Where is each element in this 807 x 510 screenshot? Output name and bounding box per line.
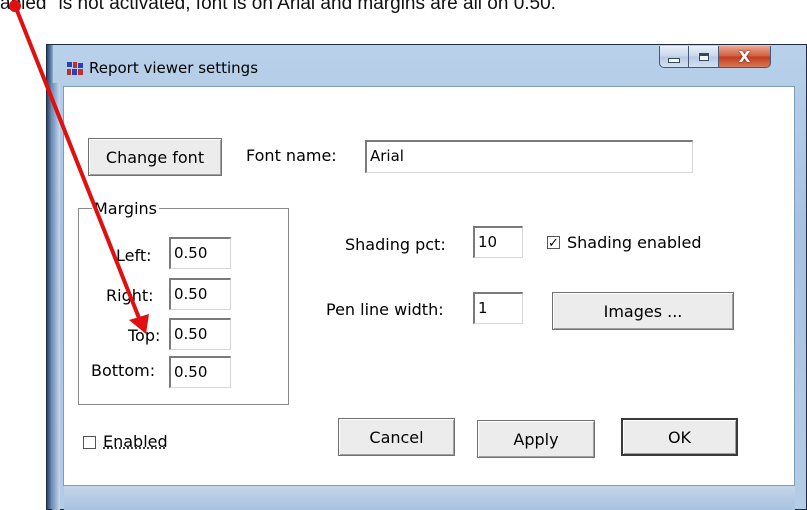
- ok-button[interactable]: OK: [621, 418, 738, 456]
- shading-pct-field[interactable]: 10: [473, 226, 523, 258]
- close-button[interactable]: X: [719, 46, 771, 68]
- margins-group-title: Margins: [92, 199, 159, 218]
- margin-bottom-label: Bottom:: [91, 361, 156, 380]
- margin-right-label: Right:: [106, 286, 154, 305]
- margin-bottom-field[interactable]: 0.50: [169, 356, 231, 388]
- margin-top-field[interactable]: 0.50: [169, 318, 231, 350]
- font-name-field[interactable]: Arial: [365, 140, 693, 173]
- images-button[interactable]: Images ...: [552, 292, 734, 330]
- window-left-edge: [52, 83, 60, 510]
- margin-left-label: Left:: [116, 246, 152, 265]
- apply-button[interactable]: Apply: [477, 420, 595, 458]
- change-font-button[interactable]: Change font: [88, 138, 222, 176]
- window-bottom-edge: [64, 486, 795, 510]
- cancel-button[interactable]: Cancel: [338, 418, 455, 456]
- maximize-icon: [698, 52, 709, 61]
- maximize-button[interactable]: [689, 46, 719, 68]
- close-icon: X: [738, 47, 751, 66]
- shading-enabled-checkbox[interactable]: ✓: [547, 236, 560, 249]
- font-name-label: Font name:: [246, 146, 337, 165]
- margin-right-field[interactable]: 0.50: [169, 278, 231, 310]
- enabled-checkbox[interactable]: [83, 436, 96, 449]
- pen-line-width-label: Pen line width:: [326, 300, 444, 319]
- app-icon: [67, 62, 83, 76]
- annotation-caption: abled" is not activated, font is on Aria…: [0, 0, 556, 14]
- shading-pct-label: Shading pct:: [345, 235, 446, 254]
- window-title: Report viewer settings: [89, 59, 259, 77]
- pen-line-width-field[interactable]: 1: [473, 292, 523, 324]
- minimize-icon: [668, 58, 680, 63]
- enabled-label: Enabled: [103, 432, 168, 451]
- minimize-button[interactable]: [659, 46, 689, 68]
- shading-enabled-label: Shading enabled: [567, 233, 702, 252]
- margin-left-field[interactable]: 0.50: [169, 237, 231, 269]
- title-bar[interactable]: Report viewer settings X: [57, 45, 806, 89]
- margin-top-label: Top:: [128, 326, 161, 345]
